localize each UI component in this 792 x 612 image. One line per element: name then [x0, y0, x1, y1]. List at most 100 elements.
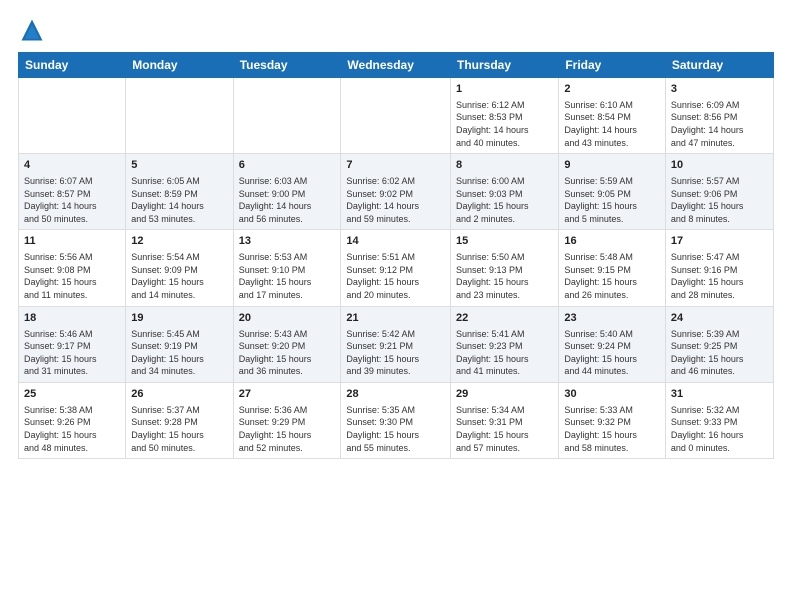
day-number: 8 — [456, 158, 553, 173]
calendar-week-1: 1 Sunrise: 6:12 AM Sunset: 8:53 PM Daylig… — [19, 78, 774, 154]
calendar-cell: 20 Sunrise: 5:43 AM Sunset: 9:20 PM Dayli… — [233, 306, 341, 382]
weekday-header-sunday: Sunday — [19, 53, 126, 78]
day-info: Sunrise: 5:39 AM Sunset: 9:25 PM Dayligh… — [671, 328, 768, 378]
calendar-cell: 25 Sunrise: 5:38 AM Sunset: 9:26 PM Dayli… — [19, 382, 126, 458]
calendar-cell: 10Sunrise: 5:57 AM Sunset: 9:06 PM Dayli… — [665, 154, 773, 230]
calendar-cell: 23Sunrise: 5:40 AM Sunset: 9:24 PM Dayli… — [559, 306, 666, 382]
day-info: Sunrise: 5:32 AM Sunset: 9:33 PM Dayligh… — [671, 404, 768, 454]
day-info: Sunrise: 5:50 AM Sunset: 9:13 PM Dayligh… — [456, 251, 553, 301]
calendar: SundayMondayTuesdayWednesdayThursdayFrid… — [18, 52, 774, 459]
logo-icon — [18, 16, 46, 44]
day-number: 6 — [239, 158, 336, 173]
day-info: Sunrise: 5:59 AM Sunset: 9:05 PM Dayligh… — [564, 175, 660, 225]
day-number: 26 — [131, 387, 227, 402]
day-number: 29 — [456, 387, 553, 402]
day-info: Sunrise: 6:12 AM Sunset: 8:53 PM Dayligh… — [456, 99, 553, 149]
calendar-week-5: 25 Sunrise: 5:38 AM Sunset: 9:26 PM Dayli… — [19, 382, 774, 458]
calendar-cell: 28 Sunrise: 5:35 AM Sunset: 9:30 PM Dayli… — [341, 382, 451, 458]
calendar-cell: 27Sunrise: 5:36 AM Sunset: 9:29 PM Dayli… — [233, 382, 341, 458]
day-number: 15 — [456, 234, 553, 249]
day-info: Sunrise: 5:48 AM Sunset: 9:15 PM Dayligh… — [564, 251, 660, 301]
day-info: Sunrise: 5:47 AM Sunset: 9:16 PM Dayligh… — [671, 251, 768, 301]
calendar-cell: 3Sunrise: 6:09 AM Sunset: 8:56 PM Daylig… — [665, 78, 773, 154]
calendar-cell: 7 Sunrise: 6:02 AM Sunset: 9:02 PM Daylig… — [341, 154, 451, 230]
calendar-week-3: 11Sunrise: 5:56 AM Sunset: 9:08 PM Dayli… — [19, 230, 774, 306]
day-info: Sunrise: 5:38 AM Sunset: 9:26 PM Dayligh… — [24, 404, 120, 454]
calendar-cell: 13 Sunrise: 5:53 AM Sunset: 9:10 PM Dayli… — [233, 230, 341, 306]
logo — [18, 16, 50, 44]
calendar-cell: 29 Sunrise: 5:34 AM Sunset: 9:31 PM Dayli… — [451, 382, 559, 458]
day-info: Sunrise: 5:34 AM Sunset: 9:31 PM Dayligh… — [456, 404, 553, 454]
day-number: 20 — [239, 311, 336, 326]
page: SundayMondayTuesdayWednesdayThursdayFrid… — [0, 0, 792, 612]
day-info: Sunrise: 6:07 AM Sunset: 8:57 PM Dayligh… — [24, 175, 120, 225]
day-number: 19 — [131, 311, 227, 326]
day-number: 1 — [456, 82, 553, 97]
calendar-cell: 4 Sunrise: 6:07 AM Sunset: 8:57 PM Daylig… — [19, 154, 126, 230]
calendar-cell: 18Sunrise: 5:46 AM Sunset: 9:17 PM Dayli… — [19, 306, 126, 382]
day-info: Sunrise: 5:45 AM Sunset: 9:19 PM Dayligh… — [131, 328, 227, 378]
day-number: 11 — [24, 234, 120, 249]
day-number: 22 — [456, 311, 553, 326]
day-number: 24 — [671, 311, 768, 326]
day-info: Sunrise: 5:40 AM Sunset: 9:24 PM Dayligh… — [564, 328, 660, 378]
day-info: Sunrise: 6:05 AM Sunset: 8:59 PM Dayligh… — [131, 175, 227, 225]
calendar-cell: 14 Sunrise: 5:51 AM Sunset: 9:12 PM Dayli… — [341, 230, 451, 306]
calendar-cell — [341, 78, 451, 154]
day-number: 14 — [346, 234, 445, 249]
calendar-cell: 30 Sunrise: 5:33 AM Sunset: 9:32 PM Dayli… — [559, 382, 666, 458]
calendar-cell: 11Sunrise: 5:56 AM Sunset: 9:08 PM Dayli… — [19, 230, 126, 306]
day-number: 9 — [564, 158, 660, 173]
header — [18, 16, 774, 44]
day-info: Sunrise: 5:37 AM Sunset: 9:28 PM Dayligh… — [131, 404, 227, 454]
day-number: 16 — [564, 234, 660, 249]
calendar-cell: 8 Sunrise: 6:00 AM Sunset: 9:03 PM Daylig… — [451, 154, 559, 230]
day-number: 12 — [131, 234, 227, 249]
day-info: Sunrise: 5:35 AM Sunset: 9:30 PM Dayligh… — [346, 404, 445, 454]
weekday-header-tuesday: Tuesday — [233, 53, 341, 78]
calendar-cell: 9 Sunrise: 5:59 AM Sunset: 9:05 PM Daylig… — [559, 154, 666, 230]
day-info: Sunrise: 5:42 AM Sunset: 9:21 PM Dayligh… — [346, 328, 445, 378]
day-info: Sunrise: 5:46 AM Sunset: 9:17 PM Dayligh… — [24, 328, 120, 378]
day-info: Sunrise: 5:57 AM Sunset: 9:06 PM Dayligh… — [671, 175, 768, 225]
day-number: 21 — [346, 311, 445, 326]
calendar-cell: 2 Sunrise: 6:10 AM Sunset: 8:54 PM Daylig… — [559, 78, 666, 154]
calendar-cell: 22 Sunrise: 5:41 AM Sunset: 9:23 PM Dayli… — [451, 306, 559, 382]
day-number: 28 — [346, 387, 445, 402]
day-number: 7 — [346, 158, 445, 173]
weekday-header-monday: Monday — [126, 53, 233, 78]
calendar-cell — [233, 78, 341, 154]
calendar-cell — [19, 78, 126, 154]
weekday-header-saturday: Saturday — [665, 53, 773, 78]
day-number: 13 — [239, 234, 336, 249]
day-info: Sunrise: 5:33 AM Sunset: 9:32 PM Dayligh… — [564, 404, 660, 454]
day-number: 31 — [671, 387, 768, 402]
calendar-cell: 6 Sunrise: 6:03 AM Sunset: 9:00 PM Daylig… — [233, 154, 341, 230]
calendar-cell: 17 Sunrise: 5:47 AM Sunset: 9:16 PM Dayli… — [665, 230, 773, 306]
day-info: Sunrise: 6:09 AM Sunset: 8:56 PM Dayligh… — [671, 99, 768, 149]
calendar-cell: 31 Sunrise: 5:32 AM Sunset: 9:33 PM Dayli… — [665, 382, 773, 458]
calendar-week-4: 18Sunrise: 5:46 AM Sunset: 9:17 PM Dayli… — [19, 306, 774, 382]
day-number: 4 — [24, 158, 120, 173]
day-info: Sunrise: 5:41 AM Sunset: 9:23 PM Dayligh… — [456, 328, 553, 378]
calendar-cell — [126, 78, 233, 154]
weekday-header-thursday: Thursday — [451, 53, 559, 78]
day-info: Sunrise: 6:03 AM Sunset: 9:00 PM Dayligh… — [239, 175, 336, 225]
day-number: 30 — [564, 387, 660, 402]
weekday-header-friday: Friday — [559, 53, 666, 78]
calendar-cell: 12 Sunrise: 5:54 AM Sunset: 9:09 PM Dayli… — [126, 230, 233, 306]
day-info: Sunrise: 5:43 AM Sunset: 9:20 PM Dayligh… — [239, 328, 336, 378]
day-info: Sunrise: 6:10 AM Sunset: 8:54 PM Dayligh… — [564, 99, 660, 149]
day-info: Sunrise: 5:51 AM Sunset: 9:12 PM Dayligh… — [346, 251, 445, 301]
day-info: Sunrise: 6:00 AM Sunset: 9:03 PM Dayligh… — [456, 175, 553, 225]
day-info: Sunrise: 5:53 AM Sunset: 9:10 PM Dayligh… — [239, 251, 336, 301]
day-number: 25 — [24, 387, 120, 402]
calendar-cell: 1 Sunrise: 6:12 AM Sunset: 8:53 PM Daylig… — [451, 78, 559, 154]
calendar-cell: 5Sunrise: 6:05 AM Sunset: 8:59 PM Daylig… — [126, 154, 233, 230]
day-number: 17 — [671, 234, 768, 249]
day-info: Sunrise: 6:02 AM Sunset: 9:02 PM Dayligh… — [346, 175, 445, 225]
day-number: 2 — [564, 82, 660, 97]
day-info: Sunrise: 5:54 AM Sunset: 9:09 PM Dayligh… — [131, 251, 227, 301]
calendar-cell: 21 Sunrise: 5:42 AM Sunset: 9:21 PM Dayli… — [341, 306, 451, 382]
weekday-header-wednesday: Wednesday — [341, 53, 451, 78]
